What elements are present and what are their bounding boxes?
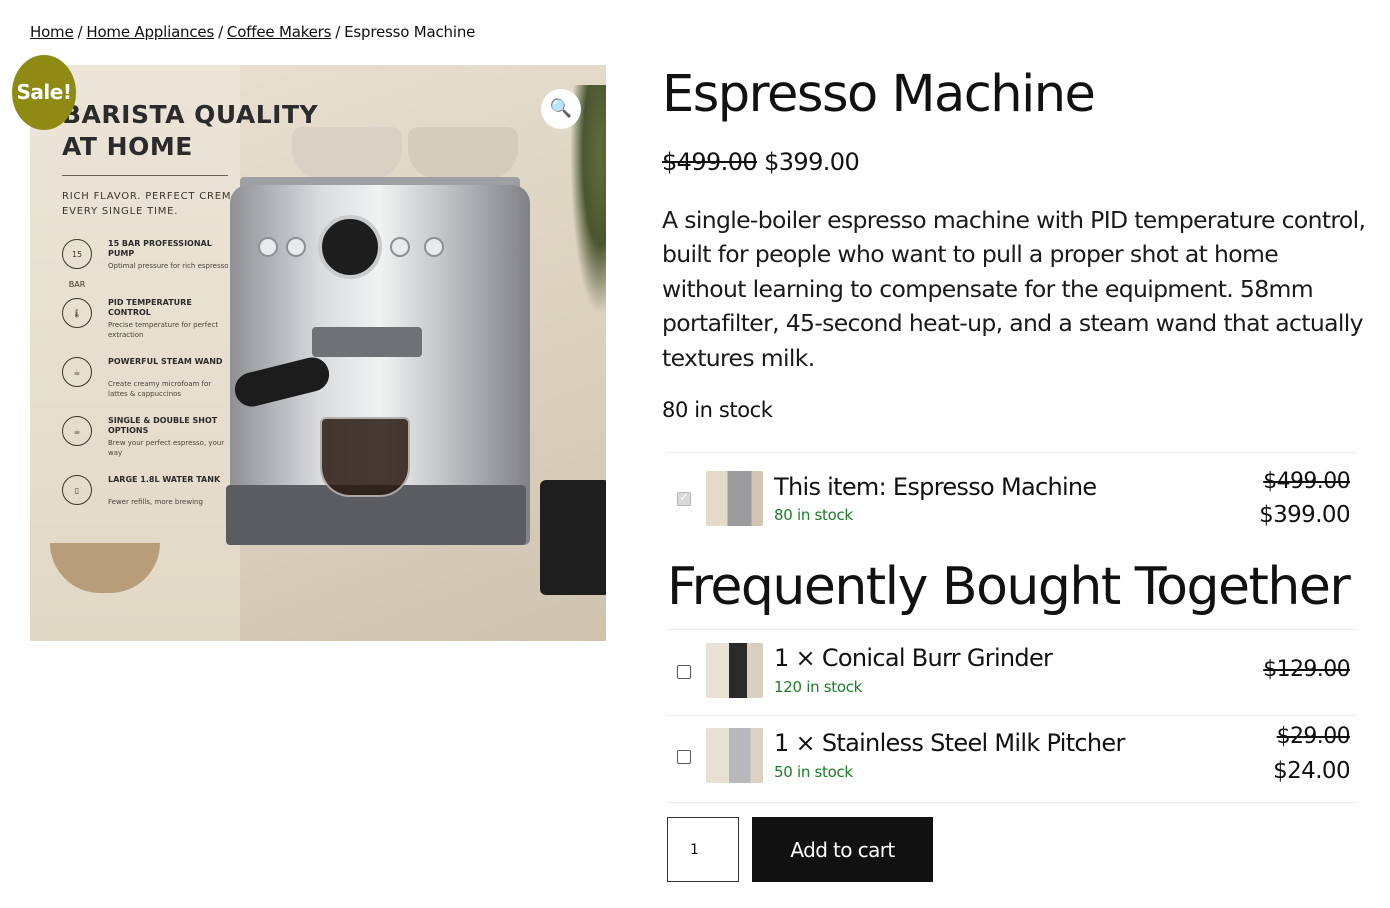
image-tagline-line-1: RICH FLAVOR. PERFECT CREMA.	[62, 191, 243, 202]
feature-title: PID TEMPERATURE CONTROL	[108, 298, 192, 317]
black-mug-illustration	[540, 480, 606, 595]
fbt-price-original: $499.00	[1263, 469, 1350, 494]
image-divider	[62, 175, 228, 176]
fbt-price-sale: $399.00	[1259, 502, 1351, 528]
machine-knob	[286, 237, 306, 257]
fbt-price-original: $129.00	[1263, 657, 1350, 682]
breadcrumb: Home / Home Appliances / Coffee Makers / Espre…	[30, 23, 475, 41]
add-to-cart-button[interactable]: Add to cart	[752, 817, 933, 882]
cup-illustration	[408, 127, 518, 179]
pump-icon: 15 BAR	[62, 239, 92, 289]
image-feature-steam: ☕ POWERFUL STEAM WAND Create creamy micr…	[62, 357, 232, 407]
feature-title: 15 BAR PROFESSIONAL PUMP	[108, 239, 212, 258]
machine-knob	[258, 237, 278, 257]
fbt-item-main: This item: Espresso Machine 80 in stock …	[666, 452, 1357, 545]
product-description: A single-boiler espresso machine with PI…	[662, 206, 1366, 372]
stock-status: 80 in stock	[662, 398, 773, 422]
group-head-illustration	[312, 327, 422, 357]
image-feature-shots: ☕ SINGLE & DOUBLE SHOT OPTIONS Brew your…	[62, 416, 232, 466]
thermometer-icon: 🌡	[62, 298, 92, 328]
fbt-price-original: $29.00	[1276, 724, 1351, 749]
fbt-checkbox-milk-pitcher[interactable]	[677, 750, 691, 764]
feature-desc: Fewer refills, more brewing	[108, 498, 203, 506]
fbt-thumbnail-milk-pitcher[interactable]	[706, 728, 763, 783]
fbt-price-sale: $24.00	[1273, 758, 1350, 784]
feature-title: POWERFUL STEAM WAND	[108, 357, 223, 366]
image-feature-tank: ▯ LARGE 1.8L WATER TANK Fewer refills, m…	[62, 475, 232, 525]
product-price: $499.00 $399.00	[662, 148, 860, 176]
machine-knob	[424, 237, 444, 257]
breadcrumb-separator: /	[218, 23, 223, 41]
fbt-thumbnail-espresso-machine[interactable]	[706, 471, 763, 526]
frequently-bought-together: This item: Espresso Machine 80 in stock …	[666, 452, 1357, 803]
feature-desc: Brew your perfect espresso, your way	[108, 439, 225, 457]
feature-title: LARGE 1.8L WATER TANK	[108, 475, 221, 484]
product-main-image[interactable]: BARISTA QUALITY AT HOME RICH FLAVOR. PER…	[30, 65, 606, 641]
fbt-thumbnail-grinder[interactable]	[706, 643, 763, 698]
image-headline-line-2: AT HOME	[62, 132, 193, 161]
feature-title: SINGLE & DOUBLE SHOT OPTIONS	[108, 416, 218, 435]
fbt-item-stock: 120 in stock	[774, 678, 863, 696]
feature-desc: Precise temperature for perfect extracti…	[108, 321, 219, 339]
breadcrumb-link-coffee-makers[interactable]: Coffee Makers	[227, 23, 332, 41]
breadcrumb-separator: /	[335, 23, 341, 41]
fbt-item-grinder: 1 × Conical Burr Grinder 120 in stock $1…	[666, 629, 1357, 715]
zoom-button[interactable]: 🔍	[541, 89, 581, 129]
price-original: $499.00	[662, 148, 758, 176]
fbt-item-stock: 80 in stock	[774, 506, 853, 524]
cup-icon: ☕	[62, 416, 92, 446]
breadcrumb-link-home-appliances[interactable]: Home Appliances	[86, 23, 214, 41]
fbt-item-name[interactable]: 1 × Stainless Steel Milk Pitcher	[774, 729, 1125, 757]
search-icon: 🔍	[549, 98, 573, 119]
product-title: Espresso Machine	[662, 65, 1096, 124]
fbt-item-name[interactable]: This item: Espresso Machine	[774, 473, 1097, 501]
fbt-item-milk-pitcher: 1 × Stainless Steel Milk Pitcher 50 in s…	[666, 715, 1357, 803]
price-sale: $399.00	[764, 148, 860, 176]
image-feature-pump: 15 BAR 15 BAR PROFESSIONAL PUMP Optimal …	[62, 239, 232, 289]
water-tank-icon: ▯	[62, 475, 92, 505]
fbt-heading: Frequently Bought Together	[667, 557, 1351, 617]
image-headline: BARISTA QUALITY AT HOME	[62, 99, 318, 163]
fbt-checkbox-grinder[interactable]	[677, 665, 691, 679]
espresso-glass-illustration	[320, 417, 410, 497]
breadcrumb-link-home[interactable]: Home	[30, 23, 74, 41]
pressure-gauge-illustration	[318, 215, 382, 279]
steam-icon: ☕	[62, 357, 92, 387]
machine-knob	[390, 237, 410, 257]
cup-illustration	[292, 127, 402, 179]
feature-desc: Create creamy microfoam for lattes & cap…	[108, 380, 212, 398]
fbt-item-name[interactable]: 1 × Conical Burr Grinder	[774, 644, 1053, 672]
image-tagline-line-2: EVERY SINGLE TIME.	[62, 206, 179, 217]
breadcrumb-current: Espresso Machine	[344, 23, 476, 41]
image-headline-line-1: BARISTA QUALITY	[62, 100, 319, 129]
image-tagline: RICH FLAVOR. PERFECT CREMA. EVERY SINGLE…	[62, 189, 243, 219]
feature-desc: Optimal pressure for rich espresso	[108, 262, 229, 270]
image-feature-pid: 🌡 PID TEMPERATURE CONTROL Precise temper…	[62, 298, 232, 348]
quantity-input[interactable]	[667, 817, 739, 882]
sale-badge: Sale!	[12, 55, 76, 130]
fbt-checkbox-main	[677, 490, 691, 506]
fbt-item-stock: 50 in stock	[774, 763, 853, 781]
breadcrumb-separator: /	[77, 23, 83, 41]
